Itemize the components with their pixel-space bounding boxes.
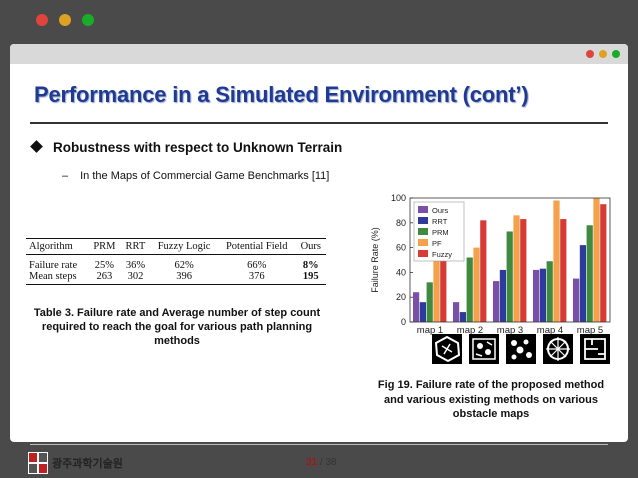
bar-pf-map-3 — [513, 215, 520, 322]
bar-pf-map-4 — [553, 200, 560, 322]
slide-dot-green — [612, 50, 620, 58]
bar-pf-map-2 — [473, 247, 480, 322]
map-5-thumbnail — [580, 334, 610, 364]
table-cell: Mean steps — [26, 271, 89, 285]
table-row: Mean steps 263 302 396 376 195 — [26, 271, 326, 285]
bar-ours-map-2 — [453, 302, 460, 322]
table-cell-highlight: 195 — [295, 271, 326, 285]
bar-ours-map-1 — [413, 292, 420, 322]
y-tick-label: 60 — [396, 243, 406, 253]
bar-fuzzy-map-2 — [480, 220, 487, 322]
map-4-thumbnail — [543, 334, 573, 364]
window-titlebar — [0, 0, 638, 40]
legend-swatch — [418, 217, 428, 224]
bar-prm-map-1 — [426, 282, 433, 322]
bar-rrt-map-1 — [419, 302, 426, 322]
legend-label: Fuzzy — [432, 250, 452, 259]
table-header-cell: Ours — [295, 238, 326, 255]
map-3-thumbnail — [506, 334, 536, 364]
bar-ours-map-4 — [533, 269, 540, 322]
current-page: 31 — [306, 457, 318, 468]
table-cell: 36% — [125, 260, 146, 271]
maximize-window-button[interactable] — [82, 14, 94, 26]
slide-title: Performance in a Simulated Environment (… — [34, 82, 529, 107]
footer-divider — [30, 444, 608, 445]
slide-header-bar — [10, 44, 628, 64]
bar-rrt-map-2 — [459, 312, 466, 322]
table-cell: 396 — [150, 271, 218, 285]
bullet-text: Robustness with respect to Unknown Terra… — [53, 140, 343, 155]
table-header-cell: Algorithm — [26, 238, 89, 255]
table-header-row: Algorithm PRM RRT Fuzzy Logic Potential … — [26, 238, 326, 255]
diamond-bullet-icon — [30, 140, 43, 153]
table-cell: 302 — [120, 271, 151, 285]
bar-prm-map-4 — [546, 261, 553, 322]
bar-rrt-map-4 — [539, 268, 546, 322]
legend-label: Ours — [432, 206, 449, 215]
table-header-cell: Potential Field — [217, 238, 296, 255]
bar-prm-map-2 — [466, 257, 473, 322]
bar-ours-map-5 — [573, 278, 580, 322]
close-window-button[interactable] — [36, 14, 48, 26]
bar-ours-map-3 — [493, 281, 500, 322]
bar-prm-map-3 — [506, 231, 513, 322]
failure-rate-chart: Failure Rate (%)020406080100map 1 map 2 ma… — [370, 193, 611, 336]
map-2-thumbnail — [469, 334, 499, 364]
table-cell: Failure rate — [29, 260, 78, 271]
table-cell: 25% — [94, 260, 115, 271]
table-row: Failure rate 25% 36% 62% 66% 8% — [26, 255, 326, 271]
results-table: Algorithm PRM RRT Fuzzy Logic Potential … — [26, 238, 326, 285]
page-number: 31 / 38 — [306, 457, 337, 468]
bar-rrt-map-3 — [499, 269, 506, 322]
institute-name: 광주과학기술원 — [52, 458, 123, 470]
legend-swatch — [418, 206, 428, 213]
table-header-cell: PRM — [88, 238, 121, 255]
bar-fuzzy-map-4 — [560, 219, 567, 322]
minimize-window-button[interactable] — [59, 14, 71, 26]
y-tick-label: 0 — [401, 317, 406, 327]
table-cell: 263 — [88, 271, 121, 285]
y-tick-label: 80 — [396, 218, 406, 228]
bar-rrt-map-5 — [579, 245, 586, 322]
table-cell-highlight: 8% — [302, 260, 319, 271]
bar-prm-map-5 — [586, 225, 593, 322]
y-tick-label: 100 — [391, 193, 406, 203]
table-header-cell: Fuzzy Logic — [150, 238, 218, 255]
y-axis-label: Failure Rate (%) — [370, 227, 380, 293]
table-cell: 66% — [247, 260, 267, 271]
slide: Performance in a Simulated Environment (… — [10, 44, 628, 474]
legend-swatch — [418, 250, 428, 257]
legend-swatch — [418, 239, 428, 246]
sub-bullet-item: – In the Maps of Commercial Game Benchmar… — [62, 170, 329, 182]
bullet-item: Robustness with respect to Unknown Terra… — [30, 140, 343, 155]
bar-pf-map-1 — [433, 257, 440, 322]
legend-label: RRT — [432, 217, 448, 226]
figure-caption: Fig 19. Failure rate of the proposed met… — [377, 379, 605, 420]
total-pages: 38 — [325, 457, 337, 468]
table-caption: Table 3. Failure rate and Average number… — [33, 307, 321, 347]
sub-bullet-text: In the Maps of Commercial Game Benchmark… — [80, 170, 330, 182]
y-tick-label: 20 — [396, 292, 406, 302]
title-divider — [30, 122, 608, 124]
map-1-thumbnail — [432, 334, 462, 364]
table-cell: 376 — [217, 271, 296, 285]
table-header-cell: RRT — [120, 238, 151, 255]
table-cell: 62% — [174, 260, 194, 271]
map-thumbnails — [432, 334, 610, 364]
institute-logo-icon — [28, 452, 48, 474]
bar-fuzzy-map-5 — [600, 204, 607, 322]
legend-label: PF — [432, 239, 442, 248]
slide-dot-red — [586, 50, 594, 58]
sub-bullet-dash: – — [62, 170, 69, 182]
y-tick-label: 40 — [396, 267, 406, 277]
legend-swatch — [418, 228, 428, 235]
legend-label: PRM — [432, 228, 449, 237]
slide-dot-yellow — [599, 50, 607, 58]
bar-pf-map-5 — [593, 198, 600, 322]
bar-fuzzy-map-3 — [520, 219, 527, 322]
